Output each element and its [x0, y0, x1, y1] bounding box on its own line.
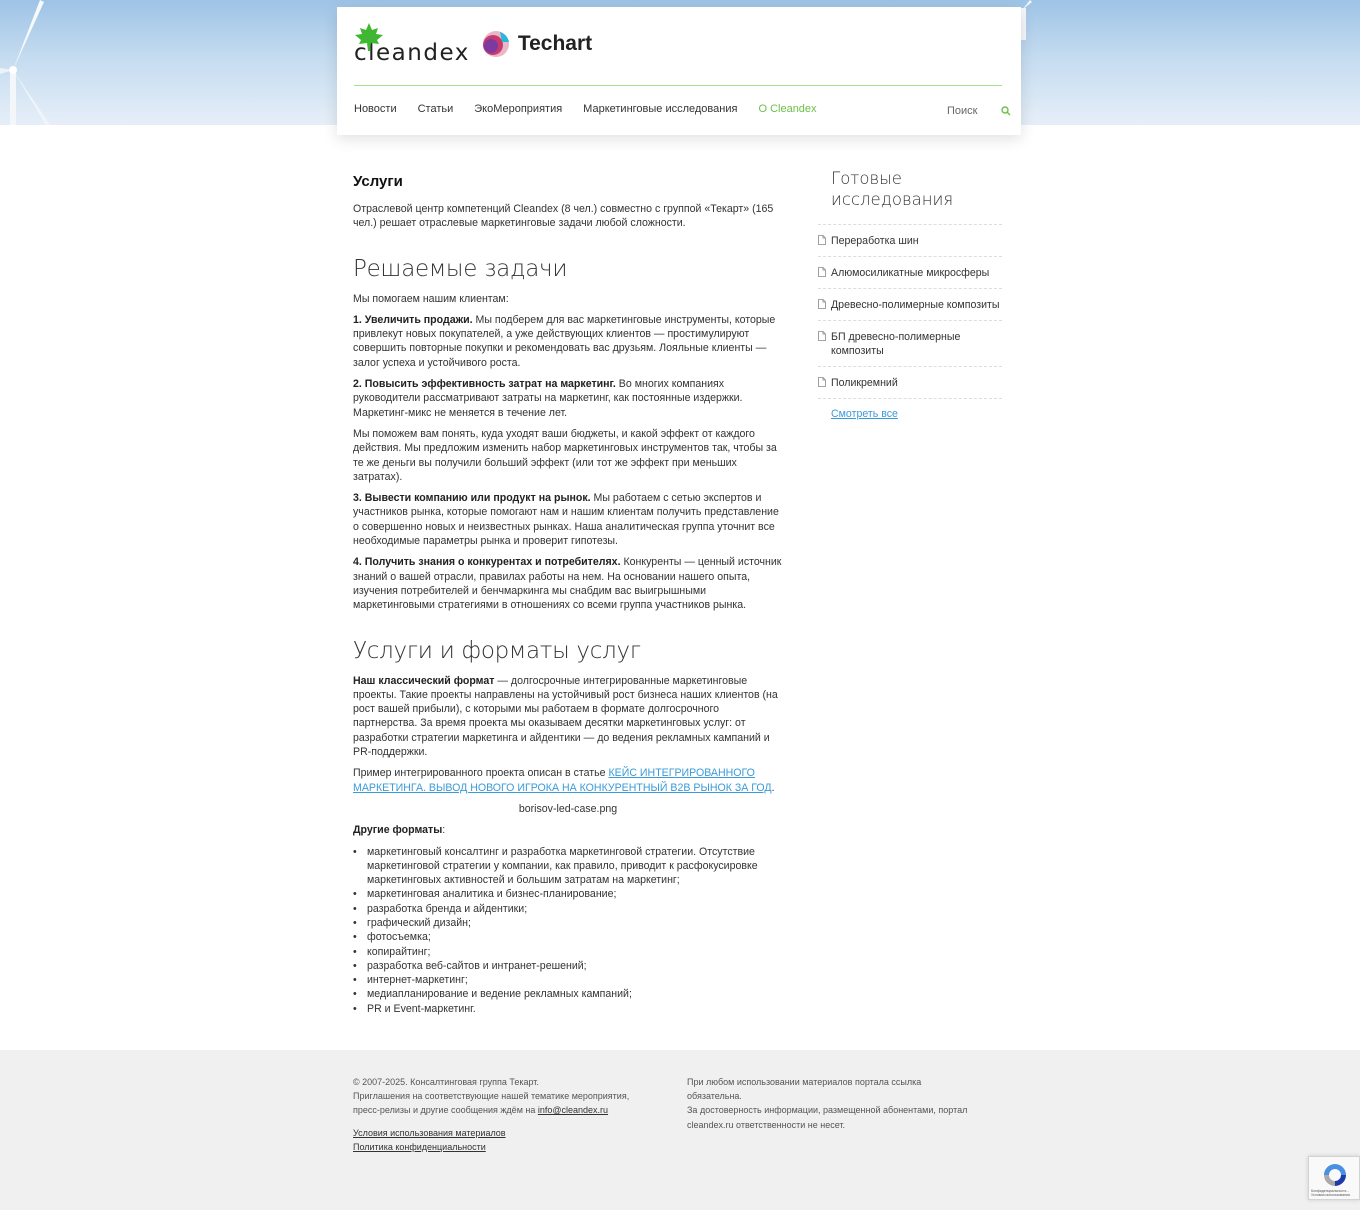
case-image-alt: borisov-led-case.png — [518, 802, 618, 815]
main-nav: Новости Статьи ЭкоМероприятия Маркетинго… — [354, 103, 838, 115]
header-divider — [354, 85, 1002, 86]
other-formats-title: Другие форматы — [353, 824, 443, 837]
footer-links: Условия использования материалов Политик… — [353, 1126, 658, 1154]
sidebar-item-label[interactable]: Алюмосиликатные микросферы — [831, 267, 989, 279]
sidebar-item-label[interactable]: БП древесно-полимерные композиты — [831, 331, 960, 357]
list-item: графический дизайн; — [353, 916, 783, 931]
formats-list: маркетинговый консалтинг и разработка ма… — [353, 845, 783, 1017]
search[interactable]: Поиск — [947, 105, 1011, 117]
other-formats-colon: : — [442, 824, 446, 837]
footer-right: При любом использовании материалов порта… — [687, 1075, 977, 1132]
task-1: 1. Увеличить продажи. Мы подберем для ва… — [353, 313, 783, 370]
recaptcha-badge[interactable]: Конфиденциальность - Условия использован… — [1308, 1156, 1360, 1200]
cleandex-logo[interactable]: cleandex — [354, 22, 470, 66]
sidebar-ready-research: Готовые исследования Переработка шин Алю… — [818, 168, 1002, 420]
logos: cleandex Techart — [354, 19, 592, 69]
list-item: копирайтинг; — [353, 945, 783, 960]
recaptcha-icon — [1324, 1164, 1346, 1186]
list-item: маркетинговая аналитика и бизнес-планиро… — [353, 887, 783, 902]
maple-leaf-icon — [355, 23, 383, 51]
document-icon — [818, 299, 826, 309]
document-icon — [818, 331, 826, 341]
task-1-title: 1. Увеличить продажи. — [353, 313, 473, 326]
see-all-link[interactable]: Смотреть все — [831, 408, 1002, 420]
footer-left: © 2007-2025. Консалтинговая группа Текар… — [353, 1075, 658, 1154]
task-4: 4. Получить знания о конкурентах и потре… — [353, 555, 783, 612]
sidebar-item-polysilicon[interactable]: Поликремний — [818, 366, 1002, 399]
sidebar-title: Готовые исследования — [831, 169, 954, 209]
nav-item-about[interactable]: О Cleandex — [758, 103, 816, 115]
nav-item-articles[interactable]: Статьи — [418, 103, 454, 115]
task-3: 3. Вывести компанию или продукт на рынок… — [353, 491, 783, 548]
section-title-services: Услуги и форматы услуг — [353, 637, 641, 664]
footer-notice-1: При любом использовании материалов порта… — [687, 1077, 922, 1102]
privacy-link[interactable]: Политика конфиденциальности — [353, 1142, 486, 1152]
classic-format: Наш классический формат — долгосрочные и… — [353, 674, 783, 760]
search-label[interactable]: Поиск — [947, 105, 977, 117]
list-item: маркетинговый консалтинг и разработка ма… — [353, 845, 783, 888]
list-item: медиапланирование и ведение рекламных ка… — [353, 987, 783, 1002]
task-4-title: 4. Получить знания о конкурентах и потре… — [353, 556, 621, 569]
techart-logo-text: Techart — [517, 32, 593, 55]
sidebar-item-bp-wpc[interactable]: БП древесно-полимерные композиты — [818, 320, 1002, 366]
search-icon[interactable] — [1001, 106, 1011, 116]
example-paragraph: Пример интегрированного проекта описан в… — [353, 766, 783, 795]
wind-turbine-left — [0, 0, 50, 125]
techart-mark-icon — [482, 31, 509, 57]
list-item: PR и Event-маркетинг. — [353, 1002, 783, 1017]
tasks-lead: Мы помогаем нашим клиентам: — [353, 292, 509, 305]
list-item: разработка бренда и айдентики; — [353, 902, 783, 917]
list-item: разработка веб-сайтов и интранет-решений… — [353, 959, 783, 974]
techart-logo[interactable]: Techart — [482, 30, 592, 58]
nav-item-marketing-research[interactable]: Маркетинговые исследования — [583, 103, 737, 115]
footer-invite: Приглашения на соответствующие нашей тем… — [353, 1089, 658, 1117]
sidebar-item-tire-recycling[interactable]: Переработка шин — [818, 224, 1002, 256]
nav-item-news[interactable]: Новости — [354, 103, 397, 115]
classic-format-title: Наш классический формат — [353, 674, 495, 687]
case-image: borisov-led-case.png — [353, 802, 783, 816]
document-icon — [818, 267, 826, 277]
sidebar-item-label[interactable]: Древесно-полимерные композиты — [831, 299, 999, 311]
site-header: cleandex Techart Новости Статьи ЭкоМероп… — [337, 7, 1021, 135]
document-icon — [818, 235, 826, 245]
footer-email-link[interactable]: info@cleandex.ru — [538, 1105, 608, 1115]
task-2: 2. Повысить эффективность затрат на марк… — [353, 377, 783, 420]
nav-item-eco-events[interactable]: ЭкоМероприятия — [474, 103, 562, 115]
footer-notice-2: За достоверность информации, размещенной… — [687, 1105, 968, 1130]
main-content: Услуги Отраслевой центр компетенций Clea… — [353, 172, 783, 1016]
sidebar-item-label[interactable]: Поликремний — [831, 377, 898, 389]
list-item: интернет-маркетинг; — [353, 973, 783, 988]
classic-format-text: — долгосрочные интегрированные маркетинг… — [353, 674, 778, 759]
footer-copyright: © 2007-2025. Консалтинговая группа Текар… — [353, 1077, 539, 1087]
sidebar-item-label[interactable]: Переработка шин — [831, 235, 919, 247]
section-title-tasks: Решаемые задачи — [353, 255, 568, 282]
example-end: . — [771, 781, 775, 794]
site-footer: © 2007-2025. Консалтинговая группа Текар… — [0, 1050, 1360, 1210]
example-text: Пример интегрированного проекта описан в… — [353, 767, 609, 780]
task-2-title: 2. Повысить эффективность затрат на марк… — [353, 378, 616, 391]
sidebar-item-microspheres[interactable]: Алюмосиликатные микросферы — [818, 256, 1002, 288]
terms-link[interactable]: Условия использования материалов — [353, 1128, 506, 1138]
task-2-extra: Мы поможем вам понять, куда уходят ваши … — [353, 427, 777, 483]
list-item: фотосъемка; — [353, 930, 783, 945]
recaptcha-label[interactable]: Конфиденциальность - Условия использован… — [1311, 1189, 1359, 1197]
page-title: Услуги — [353, 173, 403, 190]
document-icon — [818, 377, 826, 387]
sidebar-item-wpc[interactable]: Древесно-полимерные композиты — [818, 288, 1002, 320]
task-3-title: 3. Вывести компанию или продукт на рынок… — [353, 492, 591, 505]
intro-text: Отраслевой центр компетенций Cleandex (8… — [353, 203, 774, 230]
other-formats-heading: Другие форматы: — [353, 823, 783, 837]
